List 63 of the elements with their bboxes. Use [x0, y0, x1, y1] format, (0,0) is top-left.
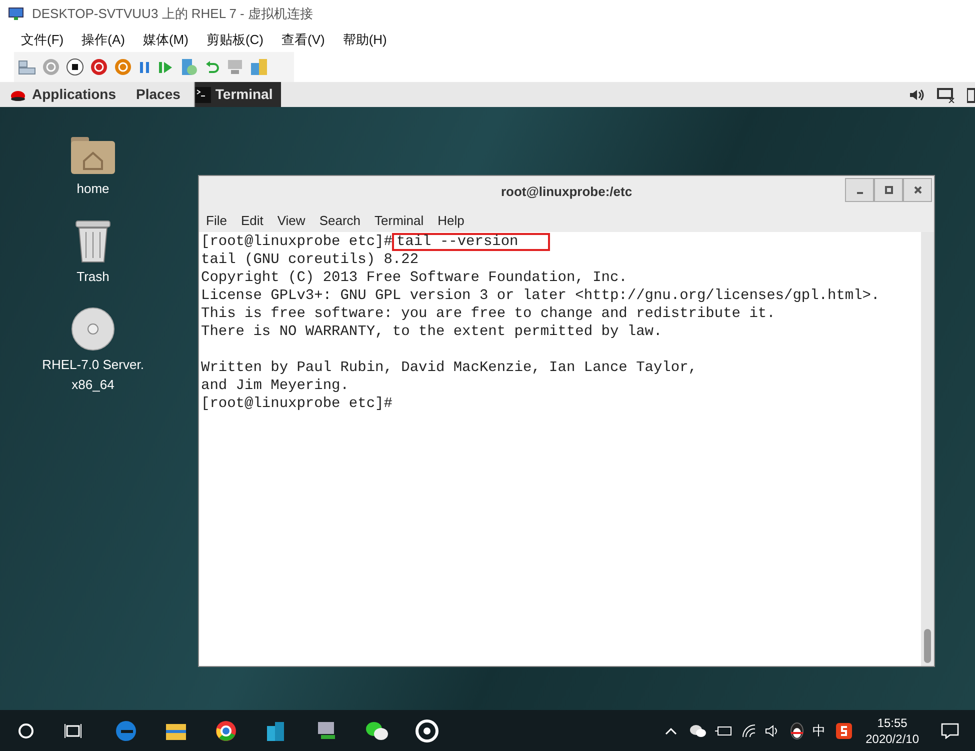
command: tail --version — [392, 233, 550, 251]
s-logo-icon[interactable] — [836, 722, 852, 738]
terminal-task-button[interactable]: Terminal — [194, 82, 281, 107]
scrollbar[interactable] — [921, 232, 934, 666]
output-line: Copyright (C) 2013 Free Software Foundation, Inc. — [201, 269, 628, 287]
server-icon[interactable] — [18, 59, 36, 75]
battery-icon[interactable] — [714, 724, 733, 736]
network-icon[interactable] — [937, 86, 955, 102]
close-icon — [914, 186, 922, 194]
output-line: and Jim Meyering. — [201, 377, 349, 395]
menu-item[interactable]: File — [206, 210, 227, 230]
places-menu[interactable]: Places — [136, 84, 180, 105]
menu-item[interactable]: 媒体(M) — [134, 30, 198, 50]
prompt: [root@linuxprobe etc]# — [201, 395, 392, 413]
output-line: Written by Paul Rubin, David MacKenzie, Ian Lance Taylor, — [201, 359, 697, 377]
window-title: DESKTOP-SVTVUU3 上的 RHEL 7 - 虚拟机连接 — [32, 5, 313, 24]
menu-item[interactable]: Search — [319, 210, 361, 230]
maximize-button[interactable] — [874, 178, 903, 202]
applications-menu[interactable]: Applications — [32, 84, 116, 105]
menu-item[interactable]: Edit — [240, 210, 264, 230]
wifi-icon[interactable] — [740, 724, 757, 738]
terminal-icon — [195, 86, 212, 102]
chat-icon[interactable] — [688, 722, 707, 738]
menu-item[interactable]: 帮助(H) — [334, 30, 396, 50]
menu-item[interactable]: View — [277, 210, 306, 230]
terminal-title: root@linuxprobe:/etc — [500, 182, 632, 201]
volume-icon[interactable] — [909, 88, 925, 102]
desktop-icon-label[interactable]: Trash — [33, 267, 153, 287]
undo-icon[interactable] — [204, 59, 220, 75]
menu-item[interactable]: 查看(V) — [272, 30, 334, 50]
search-icon[interactable] — [18, 722, 34, 738]
output-line: This is free software: you are free to change and redistribute it. — [201, 305, 776, 323]
menu-item[interactable]: 操作(A) — [72, 30, 134, 50]
output-line: tail (GNU coreutils) 8.22 — [201, 251, 419, 269]
battery-icon[interactable] — [967, 86, 975, 102]
desktop-icon-label[interactable]: home — [33, 179, 153, 199]
home-folder-icon — [70, 135, 116, 175]
stop-icon[interactable] — [66, 58, 84, 76]
close-button[interactable] — [903, 178, 932, 202]
trash-icon — [74, 219, 112, 263]
menu-item[interactable]: Terminal — [374, 210, 424, 230]
task-view-icon[interactable] — [64, 722, 82, 738]
pause-icon[interactable] — [138, 60, 152, 74]
play-icon[interactable] — [158, 60, 174, 74]
chevron-up-icon[interactable] — [664, 726, 677, 734]
input-method-indicator[interactable]: 中 — [812, 720, 826, 740]
computer-icon[interactable] — [315, 720, 337, 742]
menu-item[interactable]: 剪贴板(C) — [197, 30, 272, 50]
prompt: [root@linuxprobe etc]# — [201, 233, 392, 251]
chat-icon[interactable] — [365, 720, 389, 742]
dvd-disc-icon — [71, 307, 115, 351]
clock-time[interactable]: 15:55 — [877, 714, 908, 730]
menu-item[interactable]: 文件(F) — [12, 30, 73, 50]
output-line: License GPLv3+: GNU GPL version 3 or later <http://gnu.org/licenses/gpl.html>. — [201, 287, 880, 305]
buildings-icon[interactable] — [265, 720, 287, 742]
music-player-icon[interactable] — [415, 718, 439, 742]
monitor-icon — [8, 7, 24, 21]
clock-date[interactable]: 2020/2/10 — [866, 730, 919, 746]
notification-icon[interactable] — [941, 722, 959, 738]
maximize-icon — [884, 186, 892, 194]
output-line: There is NO WARRANTY, to the extent permitted by law. — [201, 323, 662, 341]
desktop-icon-label[interactable]: RHEL-7.0 Server. x86_64 — [33, 355, 153, 395]
menu-item[interactable]: Help — [438, 210, 464, 230]
